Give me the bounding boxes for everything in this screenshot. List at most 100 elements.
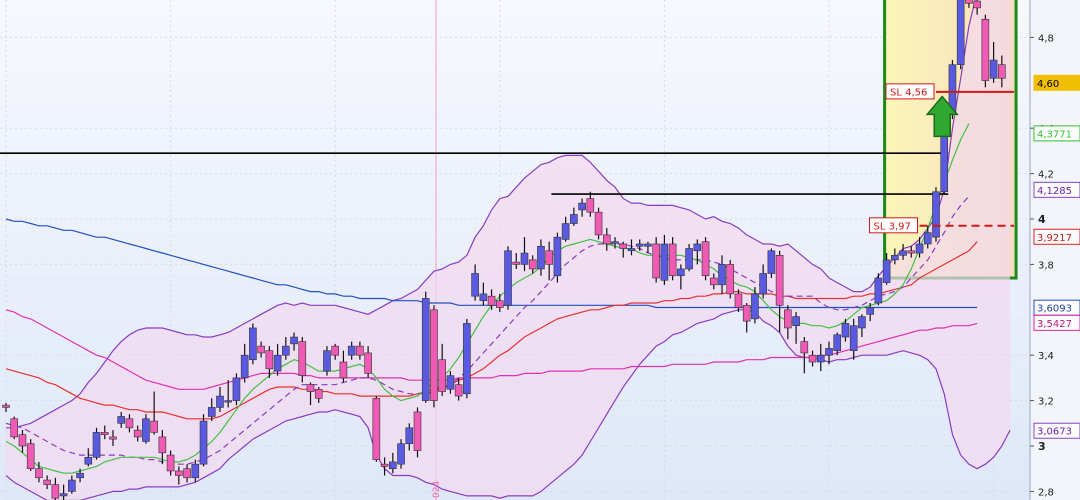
candle xyxy=(232,373,241,406)
axis-tick-label: 3 xyxy=(1038,440,1046,453)
candle xyxy=(932,187,940,242)
candle-body xyxy=(273,354,282,372)
candle xyxy=(397,439,405,469)
candle-body xyxy=(92,432,101,458)
stop-loss-label: SL 3,97 xyxy=(874,221,911,232)
candle-body xyxy=(142,418,150,442)
candle-body xyxy=(463,323,471,395)
candle-body xyxy=(907,250,916,254)
candle-body xyxy=(652,243,660,279)
candle-body xyxy=(51,484,60,499)
candle-body xyxy=(109,436,117,440)
candle-body xyxy=(306,384,315,392)
candle-body xyxy=(117,416,126,424)
candle-body xyxy=(858,316,866,329)
candle-body xyxy=(380,463,389,467)
candle-body xyxy=(874,277,883,304)
candle-body xyxy=(298,341,307,376)
candle xyxy=(726,259,735,299)
candle-body xyxy=(405,427,414,445)
candle-body xyxy=(989,59,998,79)
candle-body xyxy=(833,334,842,351)
candle-body xyxy=(364,352,372,374)
candle-body xyxy=(191,463,200,479)
candle-body xyxy=(891,255,899,261)
candle-body xyxy=(956,0,965,65)
candle-body xyxy=(10,418,19,438)
candle-body xyxy=(759,273,767,295)
candle xyxy=(981,14,990,88)
candle-body xyxy=(257,345,265,354)
candle-body xyxy=(627,248,636,252)
candle-body xyxy=(981,18,990,81)
candle-body xyxy=(2,404,10,408)
candle xyxy=(767,248,776,279)
candle-body xyxy=(677,268,685,277)
candle-body xyxy=(454,384,463,397)
candle-body xyxy=(183,468,191,479)
candle-body xyxy=(693,243,702,252)
candle-body xyxy=(158,436,167,454)
candle xyxy=(372,396,381,462)
candle-body xyxy=(314,388,323,399)
candle-body xyxy=(84,457,93,465)
candle-body xyxy=(775,255,784,306)
candle-body xyxy=(421,298,430,401)
candle-body xyxy=(175,470,183,476)
candle-body xyxy=(413,411,422,451)
candle-body xyxy=(915,243,924,254)
candle-body xyxy=(784,309,792,329)
candle-body xyxy=(570,214,578,224)
candle xyxy=(92,427,101,460)
candle-body xyxy=(18,434,27,447)
axis-tick-label: 3,4 xyxy=(1038,351,1054,362)
candle-body xyxy=(635,243,644,247)
candle-body xyxy=(249,327,257,361)
candle-body xyxy=(578,202,586,211)
candle xyxy=(594,207,603,240)
candle-body xyxy=(866,307,874,315)
candle-body xyxy=(35,468,43,479)
candle-body xyxy=(347,345,356,356)
candle-body xyxy=(471,273,479,297)
candle-body xyxy=(446,375,455,390)
price-tag-label: 3,6093 xyxy=(1037,304,1072,315)
stop-loss-label: SL 4,56 xyxy=(890,87,927,98)
candle-body xyxy=(825,348,833,356)
candle-body xyxy=(512,261,521,265)
candle xyxy=(652,237,660,283)
axis-tick-label: 3,2 xyxy=(1038,397,1054,408)
candle-body xyxy=(800,341,809,354)
price-tag-label: 3,5427 xyxy=(1037,319,1072,330)
candle-body xyxy=(26,443,35,470)
candle-body xyxy=(76,472,84,479)
candle-body xyxy=(487,295,496,306)
candle xyxy=(504,246,512,310)
candle-body xyxy=(742,304,751,322)
candle-body xyxy=(660,243,669,281)
candle-body xyxy=(545,250,553,265)
candle-body xyxy=(751,293,759,320)
price-tag-label: 3,9217 xyxy=(1037,233,1072,244)
candle-body xyxy=(965,0,973,4)
candle-body xyxy=(150,420,158,433)
axis-tick-label: 3,8 xyxy=(1038,260,1054,271)
axis-tick-label: 4 xyxy=(1038,213,1046,226)
candle-body xyxy=(59,493,68,497)
candle-body xyxy=(685,248,693,270)
price-tag-label: 3,0673 xyxy=(1037,427,1072,438)
candle-body xyxy=(701,241,710,277)
candle xyxy=(956,0,965,70)
candle-body xyxy=(709,277,718,286)
candle-body xyxy=(68,479,76,492)
candle-body xyxy=(602,234,611,245)
candle-body xyxy=(619,243,628,249)
candle xyxy=(298,337,307,383)
candle-body xyxy=(808,354,817,363)
candle-body xyxy=(282,345,290,356)
price-tag-label: 4,3771 xyxy=(1037,129,1072,140)
candle-body xyxy=(438,359,446,392)
candle-body xyxy=(998,64,1006,79)
candle-body xyxy=(792,316,800,326)
price-chart[interactable]: SL 4,56SL 3,97024 4,84,44,243,83,43,232,… xyxy=(0,0,1080,500)
